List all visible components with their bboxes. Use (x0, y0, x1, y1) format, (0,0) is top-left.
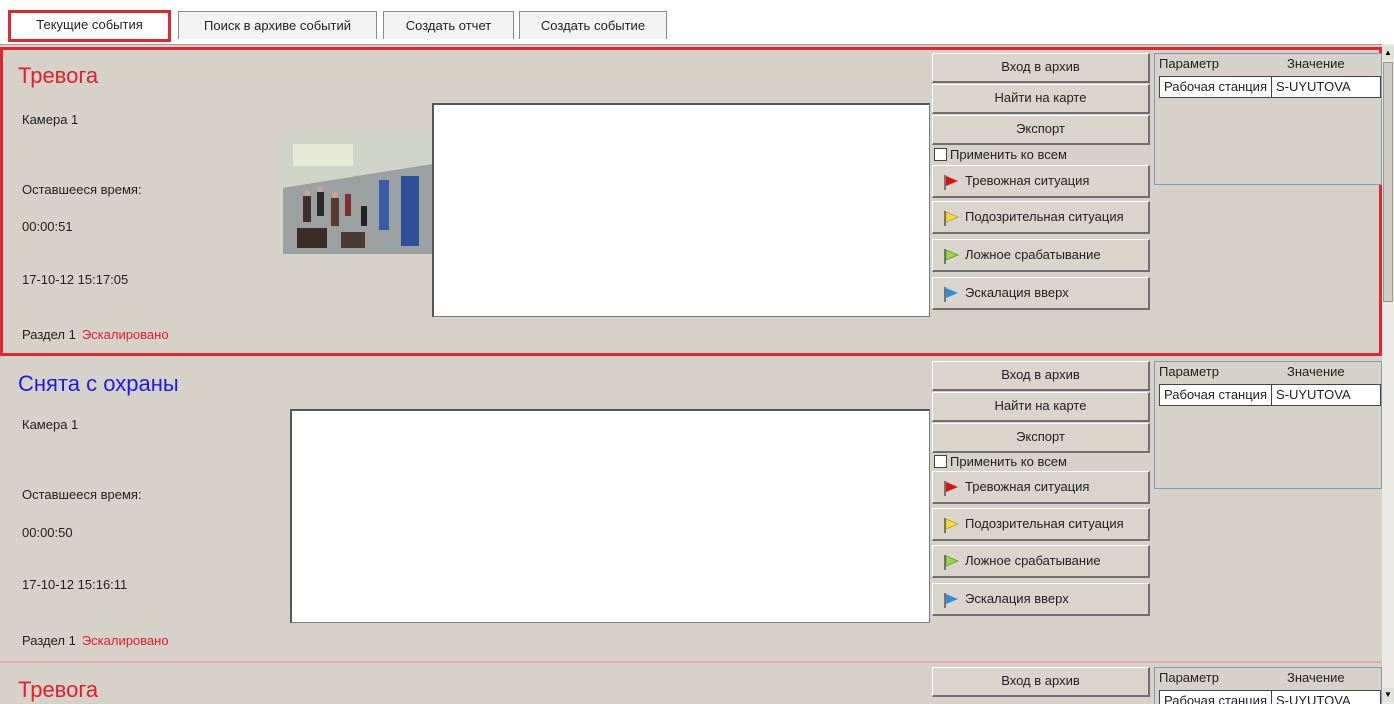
comment-field[interactable] (290, 409, 930, 623)
alarm-situation-button[interactable]: Тревожная ситуация (932, 471, 1150, 504)
remaining-time: 00:00:50 (22, 525, 73, 540)
event-section: Раздел 1 Эскалировано (22, 327, 169, 342)
flag-green-icon (944, 248, 959, 264)
export-button[interactable]: Экспорт (932, 423, 1150, 453)
parameters-table: Параметр Значение Рабочая станция S-UYUTO… (1154, 667, 1382, 704)
suspicious-situation-label: Подозрительная ситуация (965, 516, 1124, 531)
value-header: Значение (1287, 364, 1345, 379)
status-badge: Эскалировано (81, 633, 169, 648)
tab-archive-search[interactable]: Поиск в архиве событий (178, 11, 377, 39)
find-on-map-button[interactable]: Найти на карте (932, 392, 1150, 422)
event-title: Тревога (18, 677, 99, 702)
section-label: Раздел 1 (22, 327, 76, 342)
event-datetime: 17-10-12 15:16:11 (22, 577, 128, 592)
tab-current-events[interactable]: Текущие события (8, 10, 171, 42)
tab-create-report[interactable]: Создать отчет (383, 11, 514, 39)
flag-green-icon (944, 554, 959, 570)
enter-archive-button[interactable]: Вход в архив (932, 361, 1150, 391)
table-row[interactable]: Рабочая станция S-UYUTOVA (1159, 690, 1381, 704)
events-list: Тревога Камера 1 Оставшееся время: 00:00… (0, 44, 1394, 704)
value-header: Значение (1287, 56, 1345, 71)
remaining-label: Оставшееся время: (22, 182, 142, 197)
flag-red-icon (944, 174, 958, 190)
remaining-time: 00:00:51 (22, 219, 73, 234)
alarm-situation-label: Тревожная ситуация (965, 479, 1090, 494)
remaining-label: Оставшееся время: (22, 487, 142, 502)
event-camera: Камера 1 (22, 417, 79, 432)
suspicious-situation-button[interactable]: Подозрительная ситуация (932, 508, 1150, 541)
escalate-up-button[interactable]: Эскалация вверх (932, 583, 1150, 616)
event-title: Тревога (18, 63, 99, 88)
parameters-table: Параметр Значение Рабочая станция S-UYUTO… (1154, 361, 1382, 489)
flag-yellow-icon (944, 517, 959, 533)
scrollbar-thumb[interactable] (1383, 62, 1393, 302)
flag-red-icon (944, 480, 958, 496)
event-card[interactable]: Тревога Вход в архив Параметр Значение Р… (0, 663, 1382, 704)
param-header: Параметр (1159, 56, 1219, 71)
event-section: Раздел 1 Эскалировано (22, 633, 169, 648)
event-card[interactable]: Снята с охраны Камера 1 Оставшееся время… (0, 357, 1382, 663)
tab-create-event[interactable]: Создать событие (519, 11, 667, 39)
escalate-up-button[interactable]: Эскалация вверх (932, 277, 1150, 310)
event-title: Снята с охраны (18, 371, 179, 396)
param-name: Рабочая станция (1164, 693, 1267, 704)
find-on-map-button[interactable]: Найти на карте (932, 84, 1150, 114)
suspicious-situation-label: Подозрительная ситуация (965, 209, 1124, 224)
param-value: S-UYUTOVA (1270, 691, 1355, 704)
apply-to-all-checkbox[interactable]: Применить ко всем (934, 454, 1067, 469)
checkbox-box[interactable] (934, 148, 947, 161)
flag-yellow-icon (944, 210, 959, 226)
export-button[interactable]: Экспорт (932, 115, 1150, 145)
status-badge: Эскалировано (81, 327, 169, 342)
scroll-up-icon[interactable]: ▲ (1382, 46, 1394, 60)
section-label: Раздел 1 (22, 633, 76, 648)
escalate-up-label: Эскалация вверх (965, 285, 1069, 300)
checkbox-box[interactable] (934, 455, 947, 468)
false-alarm-label: Ложное срабатывание (965, 247, 1101, 262)
value-header: Значение (1287, 670, 1345, 685)
comment-field[interactable] (432, 103, 930, 317)
param-name: Рабочая станция (1164, 387, 1267, 402)
param-header: Параметр (1159, 670, 1219, 685)
param-name: Рабочая станция (1164, 79, 1267, 94)
event-card[interactable]: Тревога Камера 1 Оставшееся время: 00:00… (0, 47, 1382, 356)
flag-blue-icon (944, 286, 958, 302)
apply-to-all-label: Применить ко всем (950, 147, 1067, 162)
enter-archive-button[interactable]: Вход в архив (932, 53, 1150, 83)
event-datetime: 17-10-12 15:17:05 (22, 272, 129, 287)
enter-archive-button[interactable]: Вход в архив (932, 667, 1150, 697)
tab-bar: Текущие события Поиск в архиве событий С… (0, 0, 1394, 44)
camera-snapshot[interactable] (283, 136, 433, 254)
alarm-situation-button[interactable]: Тревожная ситуация (932, 165, 1150, 198)
apply-to-all-checkbox[interactable]: Применить ко всем (934, 147, 1067, 162)
apply-to-all-label: Применить ко всем (950, 454, 1067, 469)
event-camera: Камера 1 (22, 112, 79, 127)
false-alarm-label: Ложное срабатывание (965, 553, 1101, 568)
suspicious-situation-button[interactable]: Подозрительная ситуация (932, 201, 1150, 234)
scroll-down-icon[interactable]: ▼ (1382, 688, 1394, 702)
parameters-table: Параметр Значение Рабочая станция S-UYUTO… (1154, 53, 1382, 185)
camera-snapshot-image (283, 136, 433, 254)
param-value: S-UYUTOVA (1270, 385, 1355, 405)
table-row[interactable]: Рабочая станция S-UYUTOVA (1159, 384, 1381, 406)
table-row[interactable]: Рабочая станция S-UYUTOVA (1159, 76, 1381, 98)
false-alarm-button[interactable]: Ложное срабатывание (932, 545, 1150, 578)
alarm-situation-label: Тревожная ситуация (965, 173, 1090, 188)
vertical-scrollbar[interactable]: ▲ ▼ (1382, 44, 1394, 704)
flag-blue-icon (944, 592, 958, 608)
param-header: Параметр (1159, 364, 1219, 379)
false-alarm-button[interactable]: Ложное срабатывание (932, 239, 1150, 272)
escalate-up-label: Эскалация вверх (965, 591, 1069, 606)
param-value: S-UYUTOVA (1270, 77, 1355, 97)
